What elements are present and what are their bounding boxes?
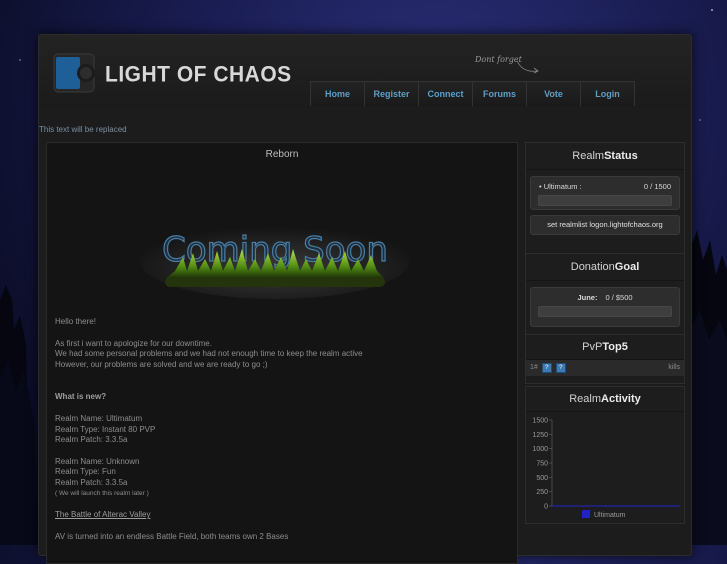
realm-row: • Ultimatum : 0 / 1500 [531,179,679,195]
intro-line: However, our problems are solved and we … [55,359,268,369]
donation-goal-panel: DonationGoal June: 0 / $500 [525,253,685,335]
realm-population-bar [538,195,672,206]
nav-register[interactable]: Register [364,81,418,106]
donation-row: June: 0 / $500 [531,290,679,306]
y-tick-label: 1500 [532,418,548,425]
main-nav: Home Register Connect Forums Vote Login [310,81,635,107]
realm-activity-title: RealmActivity [526,387,684,412]
donation-box: June: 0 / $500 [530,287,680,327]
av-heading: The Battle of Alterac Valley [55,510,151,520]
donation-amount: 0 / $500 [605,293,633,302]
realm-name: • Ultimatum : [539,182,582,191]
realm-info-line: Realm Name: Unknown [55,456,140,466]
nav-home[interactable]: Home [310,81,364,106]
realm-note: ( We will launch this realm later ) [55,489,149,497]
nav-forums[interactable]: Forums [472,81,526,106]
y-tick-label: 1250 [532,432,548,439]
y-tick-label: 0 [544,504,548,511]
site-container: LIGHT OF CHAOS Dont forget Home Register… [38,34,692,564]
site-title[interactable]: LIGHT OF CHAOS [105,62,292,87]
av-description: AV is turned into an endless Battle Fiel… [55,531,289,541]
realm-info-line: Realm Patch: 3.3.5a [55,435,128,445]
y-tick-label: 500 [536,475,548,482]
realm-status-title: RealmStatus [526,143,684,170]
pvp-top-row: 1# ? ? kills [526,360,684,376]
donation-month: June: [577,293,598,302]
pvp-top5-panel: PvPTop5 1# ? ? kills [525,334,685,384]
y-tick-label: 250 [536,489,548,496]
realmlist-button[interactable]: set realmlist logon.lightofchaos.org [530,215,680,235]
realm-status-box: • Ultimatum : 0 / 1500 [530,176,680,210]
race-icon: ? [555,363,566,373]
realm-activity-panel: RealmActivity 1500 1250 1000 750 500 250 0 Ulti… [525,386,685,524]
donation-goal-title: DonationGoal [526,254,684,281]
placeholder-text: This text will be replaced [39,125,127,134]
realm-info-line: Realm Type: Fun [55,467,116,477]
intro-line: We had some personal problems and we had… [55,349,363,359]
news-panel: Reborn Coming Soon Hello there! As first… [46,142,518,564]
pvp-top5-title: PvPTop5 [526,335,684,360]
legend-swatch [582,510,590,518]
coming-soon-banner: Coming Soon [140,223,410,299]
intro-line: As first i want to apologize for our dow… [55,338,212,348]
realm-players: 0 / 1500 [643,182,671,191]
nav-vote[interactable]: Vote [526,81,580,106]
nav-connect[interactable]: Connect [418,81,472,106]
legend-label: Ultimatum [594,512,626,519]
class-icon: ? [541,363,552,373]
realm-status-panel: RealmStatus • Ultimatum : 0 / 1500 set r… [525,142,685,254]
nav-login[interactable]: Login [580,81,635,106]
realm-info-line: Realm Name: Ultimatum [55,413,143,423]
header: LIGHT OF CHAOS Dont forget Home Register… [39,35,691,107]
realm-activity-chart: 1500 1250 1000 750 500 250 0 Ultimatum [532,418,680,519]
y-tick-label: 750 [536,461,548,468]
logo-icon [53,53,95,93]
realm-info-line: Realm Patch: 3.3.5a [55,477,128,487]
curved-arrow-icon [516,60,539,74]
news-title: Reborn [265,149,299,160]
pvp-kills-label: kills [668,364,680,371]
whats-new-heading: What is new? [55,392,107,402]
y-tick-label: 1000 [532,446,548,453]
greeting: Hello there! [55,317,96,326]
news-article: Hello there! As first i want to apologiz… [55,317,495,542]
donation-progress-bar [538,306,672,317]
realm-info-line: Realm Type: Instant 80 PVP [55,424,156,434]
pvp-rank: 1# [530,364,538,371]
